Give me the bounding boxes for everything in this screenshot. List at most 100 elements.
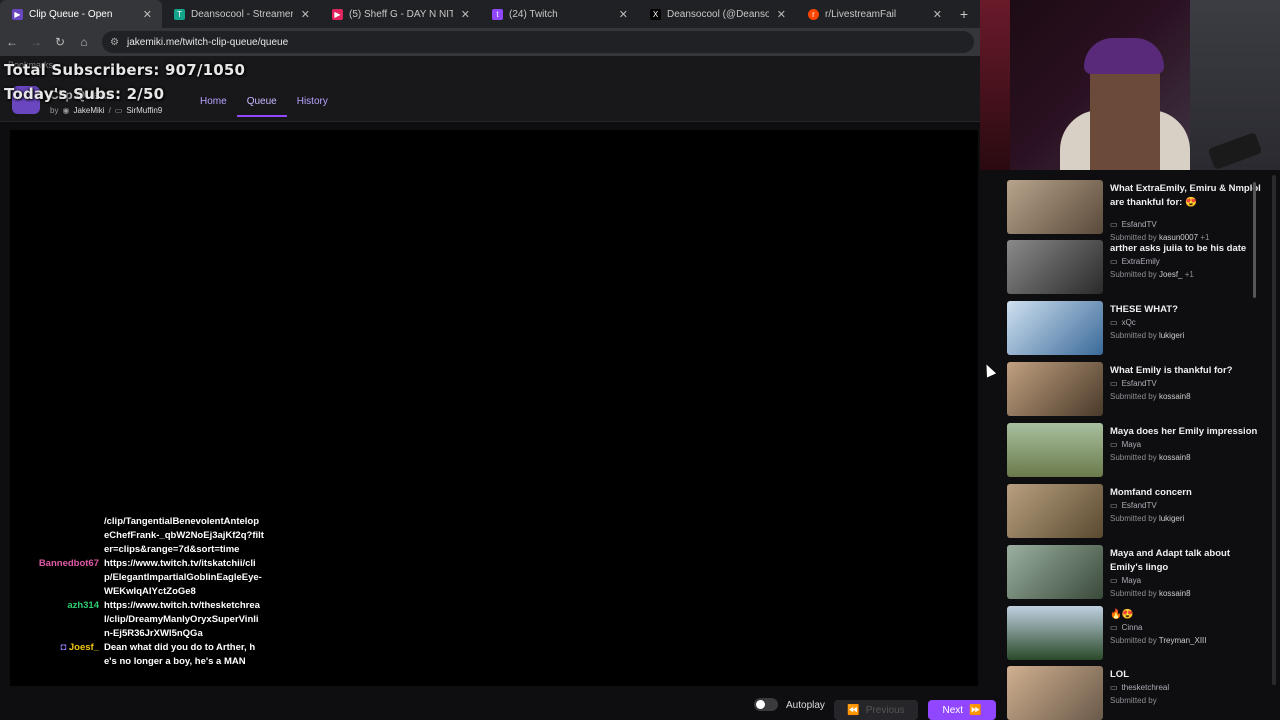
clip-title: Maya and Adapt talk about Emily's lingo <box>1110 548 1230 573</box>
url-field[interactable]: ⚙ jakemiki.me/twitch-clip-queue/queue <box>102 31 974 53</box>
x-icon: X <box>650 8 661 20</box>
clip-thumbnail <box>1007 606 1103 660</box>
close-icon[interactable]: ✕ <box>777 8 786 21</box>
address-bar: ← → ↻ ⌂ ⚙ jakemiki.me/twitch-clip-queue/… <box>0 28 980 56</box>
home-icon[interactable]: ⌂ <box>72 35 96 49</box>
queue-item[interactable]: 🔥😍 ▭ Cinna Submitted by Treyman_XIII <box>1007 606 1267 664</box>
new-tab-button[interactable]: + <box>952 6 976 22</box>
channel-icon: ▭ <box>1110 440 1118 449</box>
tab-streamer-overview[interactable]: T Deansocool - Streamer Overview ✕ <box>162 0 320 28</box>
clip-submitter: Submitted by kossain8 <box>1110 453 1191 462</box>
clip-submitter: Submitted by Treyman_XIII <box>1110 636 1207 645</box>
close-icon[interactable]: ✕ <box>461 8 470 21</box>
badge-icon: ◘ <box>60 642 69 653</box>
tab-reddit[interactable]: r r/LivestreamFail ✕ <box>796 0 952 28</box>
clip-thumbnail <box>1007 362 1103 416</box>
tab-twitch[interactable]: t (24) Twitch ✕ <box>480 0 638 28</box>
twitch-icon: t <box>492 8 503 20</box>
chat-message: azh314 https://www.twitch.tv/thesketchre… <box>30 599 275 641</box>
next-button[interactable]: Next ⏩ <box>928 700 996 720</box>
clip-channel: ▭ EsfandTV <box>1110 220 1157 229</box>
clip-thumbnail <box>1007 240 1103 294</box>
queue-item[interactable]: What ExtraEmily, Emiru & Nmplol are than… <box>1007 180 1267 242</box>
clip-title: Maya does her Emily impression <box>1110 426 1258 437</box>
tab-x[interactable]: X Deansocool (@Deansocool) / X ✕ <box>638 0 796 28</box>
channel-icon: ▭ <box>1110 576 1118 585</box>
chat-text: Dean what did you do to Arther, he's no … <box>104 642 256 667</box>
clip-channel: ▭ EsfandTV <box>1110 379 1157 388</box>
channel-icon: ▭ <box>1110 623 1118 632</box>
chat-username: ◘ Joesf_ <box>60 642 100 653</box>
autoplay-label: Autoplay <box>786 700 825 711</box>
clip-thumbnail <box>1007 545 1103 599</box>
clip-queue-icon: ▶ <box>12 8 23 20</box>
chat-text: https://www.twitch.tv/itskatchii/clip/El… <box>104 558 262 597</box>
rewind-icon: ⏪ <box>847 704 860 716</box>
chat-message: Bannedbot67 https://www.twitch.tv/itskat… <box>30 557 275 599</box>
chat-message: /clip/TangentialBenevolentAntelopeChefFr… <box>30 515 275 557</box>
channel-icon: ▭ <box>1110 220 1118 229</box>
author-link[interactable]: SirMuffin9 <box>126 106 162 115</box>
clip-channel: ▭ xQc <box>1110 318 1136 327</box>
clip-title: LOL <box>1110 669 1129 680</box>
clip-submitter: Submitted by lukigeri <box>1110 514 1185 523</box>
queue-item[interactable]: Maya and Adapt talk about Emily's lingo … <box>1007 545 1267 603</box>
clip-channel: ▭ thesketchreal <box>1110 683 1170 692</box>
chat-message: ◘ Joesf_ Dean what did you do to Arther,… <box>30 641 275 669</box>
github-icon: ◉ <box>62 106 70 115</box>
nav-home[interactable]: Home <box>190 92 237 117</box>
tab-youtube[interactable]: ▶ (5) Sheff G - DAY N NITE Freestyle ✕ <box>320 0 480 28</box>
clip-title: What Emily is thankful for? <box>1110 365 1233 376</box>
clip-submitter: Submitted by <box>1110 696 1157 705</box>
close-icon[interactable]: ✕ <box>301 8 310 21</box>
autoplay-toggle[interactable] <box>754 698 778 711</box>
clip-title: What ExtraEmily, Emiru & Nmplol are than… <box>1110 183 1261 208</box>
site-info-icon[interactable]: ⚙ <box>110 37 119 48</box>
page-scrollbar[interactable] <box>1272 175 1276 685</box>
nav-queue[interactable]: Queue <box>236 92 287 117</box>
player-controls: Autoplay ⏪ Previous Next ⏩ <box>0 690 1000 720</box>
forward-icon[interactable]: → <box>24 35 48 49</box>
queue-item[interactable]: arther asks juiia to be his date ▭ ExtraE… <box>1007 240 1267 298</box>
chat-icon: ▭ <box>114 106 123 115</box>
queue-item[interactable]: Maya does her Emily impression ▭ Maya Sub… <box>1007 423 1267 481</box>
channel-icon: ▭ <box>1110 379 1118 388</box>
queue-item[interactable]: Momfand concern ▭ EsfandTV Submitted by l… <box>1007 484 1267 542</box>
clip-title: arther asks juiia to be his date <box>1110 243 1247 254</box>
clip-channel: ▭ EsfandTV <box>1110 501 1157 510</box>
mouse-cursor-icon <box>981 362 997 378</box>
clip-channel: ▭ ExtraEmily <box>1110 257 1160 266</box>
queue-item[interactable]: What Emily is thankful for? ▭ EsfandTV Su… <box>1007 362 1267 420</box>
chat-username: azh314 <box>67 600 99 611</box>
chat-username <box>30 515 104 557</box>
tab-clip-queue[interactable]: ▶ Clip Queue - Open ✕ <box>0 0 162 28</box>
total-subscribers-overlay: Total Subscribers: 907/1050 <box>4 61 246 79</box>
close-icon[interactable]: ✕ <box>143 8 152 21</box>
channel-icon: ▭ <box>1110 683 1118 692</box>
chat-text: https://www.twitch.tv/thesketchreal/clip… <box>104 600 260 639</box>
channel-icon: ▭ <box>1110 501 1118 510</box>
author-link[interactable]: JakeMiki <box>73 106 104 115</box>
back-icon[interactable]: ← <box>0 35 24 49</box>
queue-scrollbar[interactable] <box>1253 182 1256 298</box>
nav-history[interactable]: History <box>287 92 338 117</box>
queue-item[interactable]: LOL ▭ thesketchreal Submitted by <box>1007 666 1267 720</box>
main-nav: Home Queue History <box>190 92 338 117</box>
reload-icon[interactable]: ↻ <box>48 35 72 49</box>
url-text: jakemiki.me/twitch-clip-queue/queue <box>126 36 289 48</box>
clip-submitter: Submitted by lukigeri <box>1110 331 1185 340</box>
close-icon[interactable]: ✕ <box>933 8 942 21</box>
chat-overlay: /clip/TangentialBenevolentAntelopeChefFr… <box>30 515 275 669</box>
clip-submitter: Submitted by kossain8 <box>1110 589 1191 598</box>
reddit-icon: r <box>808 8 819 20</box>
tracker-icon: T <box>174 8 185 20</box>
clip-thumbnail <box>1007 484 1103 538</box>
close-icon[interactable]: ✕ <box>619 8 628 21</box>
clip-thumbnail <box>1007 301 1103 355</box>
clip-title: THESE WHAT? <box>1110 304 1178 315</box>
previous-button[interactable]: ⏪ Previous <box>834 700 918 720</box>
fast-forward-icon: ⏩ <box>969 704 982 716</box>
queue-item[interactable]: THESE WHAT? ▭ xQc Submitted by lukigeri <box>1007 301 1267 359</box>
chat-text: /clip/TangentialBenevolentAntelopeChefFr… <box>104 516 264 555</box>
clip-thumbnail <box>1007 180 1103 234</box>
